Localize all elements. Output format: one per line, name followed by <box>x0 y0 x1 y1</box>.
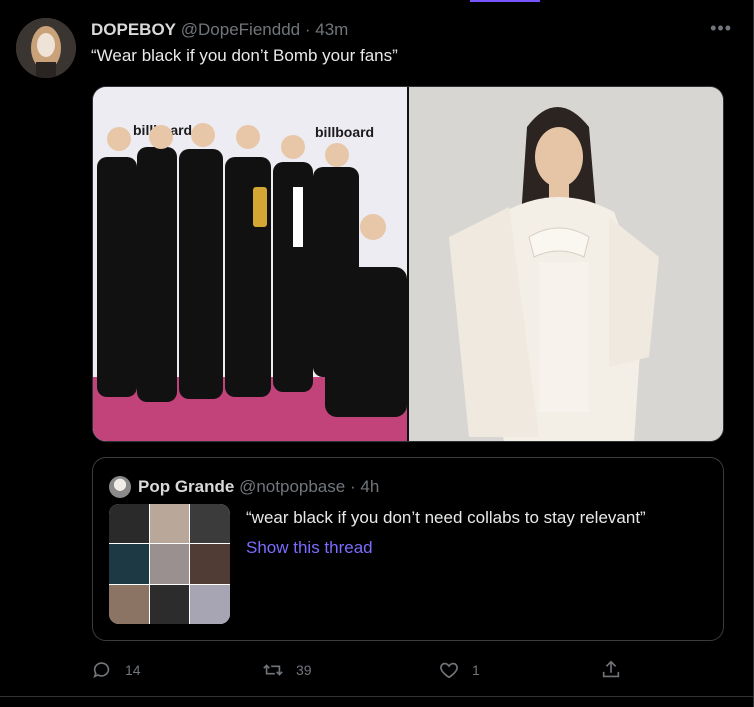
separator-dot: · <box>304 20 311 39</box>
reply-button[interactable]: 14 <box>91 652 141 688</box>
quoted-tweet[interactable]: Pop Grande @notpopbase · 4h “wear black … <box>92 457 724 641</box>
quoted-author-avatar[interactable] <box>109 476 131 498</box>
author-avatar[interactable] <box>16 18 76 78</box>
heart-icon <box>440 662 458 679</box>
quoted-media-thumbnail[interactable] <box>109 504 230 624</box>
quoted-tweet-timestamp[interactable]: 4h <box>360 477 379 496</box>
retweet-count: 39 <box>296 662 312 678</box>
more-options-icon[interactable]: ••• <box>710 18 732 39</box>
quoted-tweet-header: Pop Grande @notpopbase · 4h <box>138 476 379 498</box>
tweet-divider <box>0 696 754 697</box>
like-count: 1 <box>472 662 480 678</box>
retweet-icon <box>263 664 283 676</box>
reply-count: 14 <box>125 662 141 678</box>
quoted-author-handle[interactable]: @notpopbase <box>239 477 345 496</box>
tweet-timestamp[interactable]: 43m <box>315 20 348 39</box>
backdrop-logo-text: billboard <box>315 124 374 140</box>
share-button[interactable] <box>600 652 634 688</box>
tweet-media[interactable]: billboard billboard bill <box>92 86 724 442</box>
author-display-name[interactable]: DOPEBOY <box>91 20 176 39</box>
show-thread-link[interactable]: Show this thread <box>246 538 373 558</box>
separator-dot: · <box>349 477 356 496</box>
like-button[interactable]: 1 <box>438 652 480 688</box>
tweet-header: DOPEBOY @DopeFienddd · 43m <box>91 20 348 40</box>
quoted-tweet-text: “wear black if you don’t need collabs to… <box>246 508 646 527</box>
media-image-right[interactable] <box>409 87 723 441</box>
retweet-button[interactable]: 39 <box>262 652 312 688</box>
quoted-author-display-name[interactable]: Pop Grande <box>138 477 234 496</box>
reply-icon <box>93 662 110 678</box>
author-handle[interactable]: @DopeFienddd <box>181 20 300 39</box>
share-icon <box>602 660 620 678</box>
media-image-left[interactable]: billboard billboard bill <box>93 87 407 441</box>
tweet-actions: 14 39 1 <box>0 652 754 688</box>
tweet-text: “Wear black if you don’t Bomb your fans” <box>91 46 398 65</box>
top-accent-bar <box>470 0 540 2</box>
